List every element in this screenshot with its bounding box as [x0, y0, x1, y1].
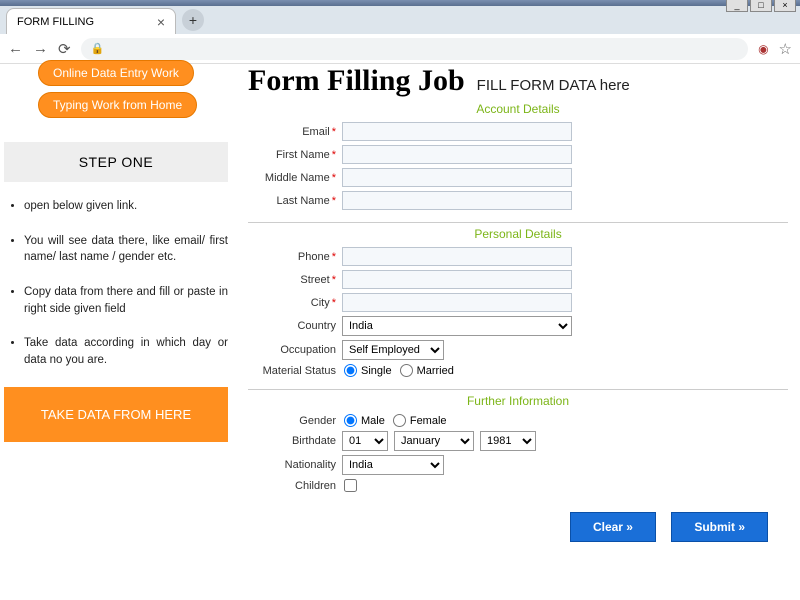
- window-minimize-button[interactable]: _: [726, 0, 748, 12]
- tab-strip: FORM FILLING × +: [0, 6, 800, 34]
- page-title: Form Filling Job: [248, 64, 465, 98]
- extension-icon[interactable]: ◉: [758, 42, 768, 56]
- window-maximize-button[interactable]: □: [750, 0, 772, 12]
- close-icon[interactable]: ×: [157, 14, 165, 30]
- city-field[interactable]: [342, 293, 572, 312]
- take-data-button[interactable]: TAKE DATA FROM HERE: [4, 387, 228, 442]
- label-nationality: Nationality: [248, 459, 342, 471]
- nationality-select[interactable]: India: [342, 455, 444, 475]
- gender-female-label: Female: [410, 415, 447, 427]
- label-birthdate: Birthdate: [248, 435, 342, 447]
- birth-day-select[interactable]: 01: [342, 431, 388, 451]
- window-close-button[interactable]: ×: [774, 0, 796, 12]
- divider: [248, 389, 788, 390]
- gender-female-radio[interactable]: [393, 414, 406, 427]
- tab-title: FORM FILLING: [17, 16, 94, 28]
- step-heading: STEP ONE: [4, 142, 228, 182]
- sidebar: Online Data Entry Work Typing Work from …: [0, 64, 236, 600]
- last-name-field[interactable]: [342, 191, 572, 210]
- new-tab-button[interactable]: +: [182, 9, 204, 31]
- label-middle-name: Middle Name*: [248, 172, 342, 184]
- section-account: Account Details: [248, 102, 788, 116]
- star-icon[interactable]: ☆: [779, 40, 792, 58]
- first-name-field[interactable]: [342, 145, 572, 164]
- children-checkbox[interactable]: [344, 479, 357, 492]
- step-item: open below given link.: [24, 198, 228, 215]
- street-field[interactable]: [342, 270, 572, 289]
- birth-year-select[interactable]: 1981: [480, 431, 536, 451]
- material-married-label: Married: [417, 365, 454, 377]
- section-further: Further Information: [248, 394, 788, 408]
- material-married-radio[interactable]: [400, 364, 413, 377]
- browser-tab[interactable]: FORM FILLING ×: [6, 8, 176, 34]
- section-personal: Personal Details: [248, 227, 788, 241]
- step-list: open below given link. You will see data…: [4, 198, 228, 369]
- reload-icon[interactable]: ⟳: [58, 40, 71, 58]
- label-occupation: Occupation: [248, 344, 342, 356]
- label-last-name: Last Name*: [248, 195, 342, 207]
- label-children: Children: [248, 480, 342, 492]
- lock-icon: 🔒: [91, 42, 105, 55]
- middle-name-field[interactable]: [342, 168, 572, 187]
- gender-male-radio[interactable]: [344, 414, 357, 427]
- step-item: Take data according in which day or data…: [24, 335, 228, 368]
- occupation-select[interactable]: Self Employed: [342, 340, 444, 360]
- country-select[interactable]: India: [342, 316, 572, 336]
- forward-icon[interactable]: →: [33, 40, 48, 57]
- address-bar[interactable]: 🔒: [81, 38, 748, 60]
- step-item: You will see data there, like email/ fir…: [24, 233, 228, 266]
- material-single-radio[interactable]: [344, 364, 357, 377]
- step-item: Copy data from there and fill or paste i…: [24, 284, 228, 317]
- main-panel: Form Filling Job FILL FORM DATA here Acc…: [236, 64, 800, 600]
- label-country: Country: [248, 320, 342, 332]
- email-field[interactable]: [342, 122, 572, 141]
- label-material-status: Material Status: [248, 365, 342, 377]
- label-phone: Phone*: [248, 251, 342, 263]
- back-icon[interactable]: ←: [8, 40, 23, 57]
- label-gender: Gender: [248, 415, 342, 427]
- label-first-name: First Name*: [248, 149, 342, 161]
- clear-button[interactable]: Clear »: [570, 512, 656, 542]
- gender-male-label: Male: [361, 415, 385, 427]
- label-street: Street*: [248, 274, 342, 286]
- divider: [248, 222, 788, 223]
- label-email: Email*: [248, 126, 342, 138]
- birth-month-select[interactable]: January: [394, 431, 474, 451]
- material-single-label: Single: [361, 365, 392, 377]
- pill-link-2[interactable]: Typing Work from Home: [38, 92, 197, 118]
- window-titlebar: _ □ ×: [0, 0, 800, 6]
- page-subtitle: FILL FORM DATA here: [477, 77, 630, 94]
- label-city: City*: [248, 297, 342, 309]
- phone-field[interactable]: [342, 247, 572, 266]
- pill-link-1[interactable]: Online Data Entry Work: [38, 60, 194, 86]
- submit-button[interactable]: Submit »: [671, 512, 768, 542]
